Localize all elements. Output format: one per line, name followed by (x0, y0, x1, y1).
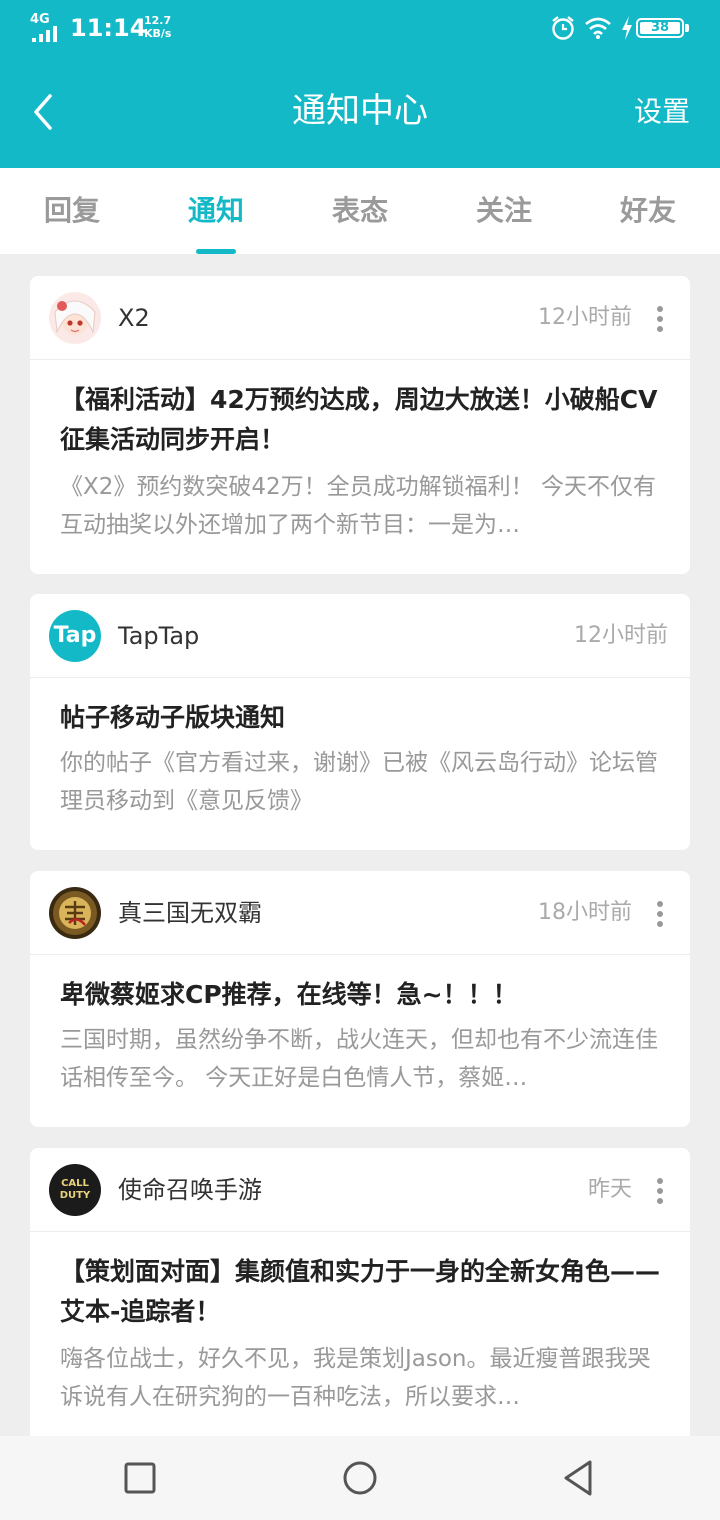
speed-unit: KB/s (144, 27, 172, 40)
notification-preview: 你的帖子《官方看过来，谢谢》已被《风云岛行动》论坛管理员移动到《意见反馈》 (60, 750, 658, 814)
system-nav-bar (0, 1436, 720, 1520)
notification-card[interactable]: CALL DUTY 使命召唤手游 昨天 【策划面对面】集颜值和实力于一身的全新女… (30, 1148, 690, 1458)
author-name: TapTap (118, 622, 200, 650)
cod-avatar[interactable]: CALL DUTY (49, 1164, 101, 1216)
settings-button[interactable]: 设置 (634, 90, 690, 134)
card-header: 真三国无双霸 18小时前 (30, 871, 690, 955)
wifi-icon (585, 17, 611, 39)
clock: 11:14 (70, 14, 147, 42)
timestamp: 18小时前 (538, 900, 632, 925)
card-header: CALL DUTY 使命召唤手游 昨天 (30, 1148, 690, 1232)
notification-title: 卑微蔡姬求CP推荐，在线等！急~！！！ (60, 980, 518, 1009)
notification-title: 【策划面对面】集颜值和实力于一身的全新女角色——艾本-追踪者！ (60, 1257, 661, 1326)
battery-level: 38 (650, 20, 670, 35)
tab-bar: 回复 通知 表态 关注 好友 (0, 168, 720, 254)
tab-reaction[interactable]: 表态 (288, 168, 432, 254)
notification-title: 【福利活动】42万预约达成，周边大放送！小破船CV征集活动同步开启！ (60, 385, 658, 454)
active-tab-indicator (196, 249, 236, 254)
card-header: X2 12小时前 (30, 276, 690, 360)
sanguo-avatar[interactable] (49, 887, 101, 939)
author-name: 真三国无双霸 (118, 899, 262, 927)
recents-square-icon[interactable] (120, 1458, 160, 1498)
author-name: X2 (118, 304, 150, 332)
timestamp: 12小时前 (538, 305, 632, 330)
more-options-icon[interactable] (652, 1176, 668, 1206)
tab-reply[interactable]: 回复 (0, 168, 144, 254)
speed-value: 12.7 (144, 14, 172, 27)
tab-follow[interactable]: 关注 (432, 168, 576, 254)
x2-avatar[interactable] (49, 292, 101, 344)
notification-card[interactable]: 真三国无双霸 18小时前 卑微蔡姬求CP推荐，在线等！急~！！！ 三国时期，虽然… (30, 871, 690, 1127)
card-header: Tap TapTap 12小时前 (30, 594, 690, 678)
home-circle-icon[interactable] (340, 1458, 380, 1498)
status-bar: 4G 11:14 12.7 KB/s 38 (0, 0, 720, 56)
author-name: 使命召唤手游 (118, 1176, 262, 1204)
notification-preview: 三国时期，虽然纷争不断，战火连天，但却也有不少流连佳话相传至今。 今天正好是白色… (60, 1027, 658, 1091)
back-triangle-icon[interactable] (558, 1458, 598, 1498)
timestamp: 昨天 (587, 1177, 632, 1202)
status-right: 38 (550, 14, 690, 42)
tab-notice-label: 通知 (187, 194, 244, 227)
battery-icon: 38 (636, 18, 689, 38)
more-options-icon[interactable] (652, 304, 668, 334)
network-type: 4G (30, 12, 50, 27)
notification-card[interactable]: X2 12小时前 【福利活动】42万预约达成，周边大放送！小破船CV征集活动同步… (30, 276, 690, 574)
network-speed: 12.7 KB/s (144, 14, 184, 40)
more-options-icon[interactable] (652, 899, 668, 929)
charging-icon (622, 16, 632, 40)
app-header: 通知中心 设置 (0, 56, 720, 168)
notification-preview: 《X2》预约数突破42万！全员成功解锁福利！ 今天不仅有互动抽奖以外还增加了两个… (60, 474, 656, 538)
tab-notice[interactable]: 通知 (144, 168, 288, 254)
taptap-avatar[interactable]: Tap (49, 610, 101, 662)
notification-card[interactable]: Tap TapTap 12小时前 帖子移动子版块通知 你的帖子《官方看过来，谢谢… (30, 594, 690, 850)
cod-avatar-text: CALL DUTY (59, 1178, 91, 1201)
timestamp: 12小时前 (574, 623, 668, 648)
top-bar: 4G 11:14 12.7 KB/s 38 通知中心 设置 (0, 0, 720, 168)
alarm-icon (552, 16, 574, 40)
page-title: 通知中心 (292, 91, 428, 131)
tab-friends[interactable]: 好友 (576, 168, 720, 254)
signal-icon (32, 26, 62, 42)
notification-preview: 嗨各位战士，好久不见，我是策划Jason。最近瘦普跟我哭诉说有人在研究狗的一百种… (60, 1346, 651, 1410)
notification-title: 帖子移动子版块通知 (60, 703, 286, 732)
